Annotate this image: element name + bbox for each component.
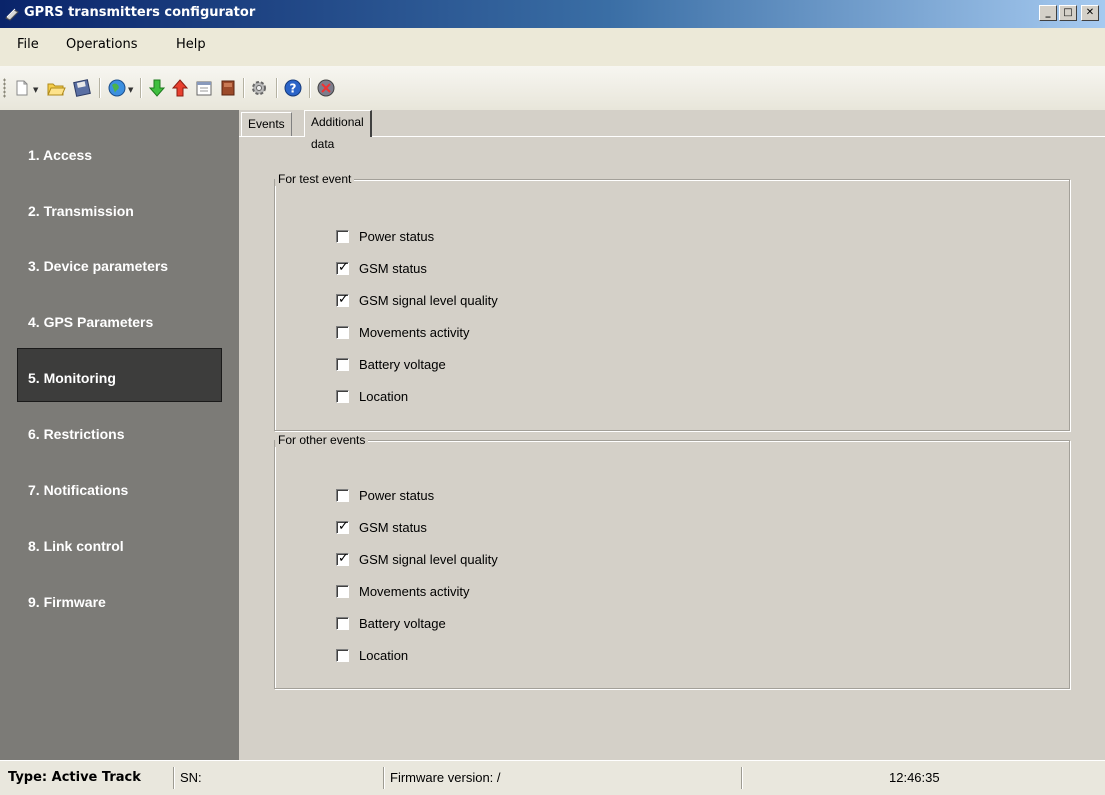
menu-help[interactable]: Help — [176, 37, 206, 52]
checkbox-gsm-status[interactable]: ✓ — [336, 519, 349, 534]
title-bar: GPRS transmitters configurator _ □ ✕ — [0, 0, 1105, 28]
status-separator — [173, 767, 175, 789]
open-folder-icon[interactable] — [46, 78, 66, 98]
checkbox-battery-voltage[interactable] — [336, 358, 349, 371]
sidebar-nav: 1. Access 2. Transmission 3. Device para… — [0, 110, 239, 760]
status-clock: 12:46:35 — [889, 770, 940, 785]
sidebar-item-transmission[interactable]: 2. Transmission — [28, 203, 134, 219]
checkbox-location[interactable] — [336, 649, 349, 662]
checkbox-power-status[interactable] — [336, 489, 349, 502]
tab-events[interactable]: Events — [241, 112, 292, 136]
option-movements-activity[interactable]: Movements activity — [336, 584, 470, 599]
new-icon[interactable] — [12, 78, 32, 98]
label-gsm-status: GSM status — [359, 261, 427, 276]
group-test-event: For test event Power status ✓ GSM status… — [274, 172, 1070, 431]
label-location: Location — [359, 389, 409, 404]
option-gsm-status[interactable]: ✓ GSM status — [336, 260, 427, 276]
label-gsm-status: GSM status — [359, 520, 427, 535]
option-gsm-signal-level-quality[interactable]: ✓ GSM signal level quality — [336, 551, 498, 567]
tab-panel-additional-data: For test event Power status ✓ GSM status… — [239, 136, 1105, 760]
checkbox-power-status[interactable] — [336, 230, 349, 243]
sidebar-item-notifications[interactable]: 7. Notifications — [28, 482, 128, 498]
tab-additional-data[interactable]: Additional data — [304, 110, 372, 151]
toolbar-separator — [99, 78, 101, 98]
status-device-type: Type: Active Track — [8, 770, 141, 785]
menu-operations[interactable]: Operations — [66, 37, 137, 52]
window-controls: _ □ ✕ — [1039, 5, 1099, 21]
option-battery-voltage[interactable]: Battery voltage — [336, 357, 446, 372]
book-icon[interactable] — [218, 78, 238, 98]
check-mark-icon: ✓ — [338, 519, 349, 534]
status-serial-number: SN: — [180, 770, 202, 785]
checkbox-movements-activity[interactable] — [336, 326, 349, 339]
status-bar: Type: Active Track SN: Firmware version:… — [0, 760, 1105, 795]
group-other-events: For other events Power status ✓ GSM stat… — [274, 433, 1070, 689]
window-title: GPRS transmitters configurator — [24, 5, 256, 20]
option-movements-activity[interactable]: Movements activity — [336, 325, 470, 340]
app-icon — [5, 8, 19, 21]
new-dropdown-arrow-icon[interactable]: ▼ — [33, 86, 38, 94]
option-power-status[interactable]: Power status — [336, 488, 434, 503]
check-mark-icon: ✓ — [338, 551, 349, 566]
option-battery-voltage[interactable]: Battery voltage — [336, 616, 446, 631]
toolbar-separator — [309, 78, 311, 98]
svg-text:?: ? — [290, 82, 297, 96]
sidebar-item-gps-parameters[interactable]: 4. GPS Parameters — [28, 314, 153, 330]
check-mark-icon: ✓ — [338, 260, 349, 275]
status-separator — [383, 767, 385, 789]
menu-bar: File Operations Help — [0, 28, 1105, 66]
globe-dropdown-arrow-icon[interactable]: ▼ — [128, 86, 133, 94]
upload-arrow-icon[interactable] — [170, 78, 190, 98]
option-location[interactable]: Location — [336, 389, 408, 404]
status-separator — [741, 767, 743, 789]
close-button[interactable]: ✕ — [1081, 5, 1099, 21]
label-location: Location — [359, 648, 409, 663]
checkbox-movements-activity[interactable] — [336, 585, 349, 598]
option-location[interactable]: Location — [336, 648, 408, 663]
sidebar-item-access[interactable]: 1. Access — [28, 147, 92, 163]
group-title-test-event: For test event — [275, 172, 355, 186]
save-icon[interactable] — [72, 78, 92, 98]
sidebar-item-firmware[interactable]: 9. Firmware — [28, 594, 106, 610]
option-gsm-signal-level-quality[interactable]: ✓ GSM signal level quality — [336, 292, 498, 308]
help-icon[interactable]: ? — [283, 78, 303, 98]
calendar-icon[interactable] — [194, 78, 214, 98]
toolbar: ▼ ▼ ? — [0, 66, 1105, 111]
checkbox-gsm-signal-level-quality[interactable]: ✓ — [336, 551, 349, 566]
group-title-other-events: For other events — [275, 433, 369, 447]
toolbar-grip[interactable] — [3, 78, 6, 98]
label-gsm-signal-level-quality: GSM signal level quality — [359, 552, 498, 567]
label-power-status: Power status — [359, 488, 435, 503]
label-battery-voltage: Battery voltage — [359, 616, 446, 631]
label-movements-activity: Movements activity — [359, 584, 470, 599]
sidebar-item-monitoring[interactable]: 5. Monitoring — [28, 370, 116, 386]
settings-gear-icon[interactable] — [249, 78, 269, 98]
label-battery-voltage: Battery voltage — [359, 357, 446, 372]
content-area: Events Additional data For test event Po… — [239, 110, 1105, 760]
menu-file[interactable]: File — [17, 37, 39, 52]
exit-icon[interactable] — [316, 78, 336, 98]
download-arrow-icon[interactable] — [147, 78, 167, 98]
label-gsm-signal-level-quality: GSM signal level quality — [359, 293, 498, 308]
sidebar-item-restrictions[interactable]: 6. Restrictions — [28, 426, 124, 442]
option-gsm-status[interactable]: ✓ GSM status — [336, 519, 427, 535]
checkbox-gsm-signal-level-quality[interactable]: ✓ — [336, 292, 349, 307]
sidebar-item-link-control[interactable]: 8. Link control — [28, 538, 124, 554]
minimize-button[interactable]: _ — [1039, 5, 1057, 21]
toolbar-separator — [140, 78, 142, 98]
toolbar-separator — [243, 78, 245, 98]
checkbox-battery-voltage[interactable] — [336, 617, 349, 630]
label-movements-activity: Movements activity — [359, 325, 470, 340]
sidebar-item-device-parameters[interactable]: 3. Device parameters — [28, 258, 168, 274]
label-power-status: Power status — [359, 229, 435, 244]
globe-icon[interactable] — [107, 78, 127, 98]
check-mark-icon: ✓ — [338, 292, 349, 307]
toolbar-separator — [276, 78, 278, 98]
checkbox-gsm-status[interactable]: ✓ — [336, 260, 349, 275]
option-power-status[interactable]: Power status — [336, 229, 434, 244]
maximize-button[interactable]: □ — [1059, 5, 1077, 21]
checkbox-location[interactable] — [336, 390, 349, 403]
status-firmware-version: Firmware version: / — [390, 770, 501, 785]
